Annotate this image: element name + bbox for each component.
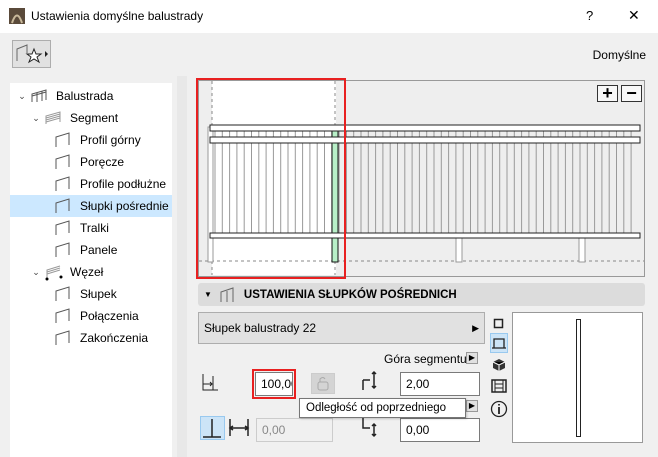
chevron-down-icon[interactable]: ⌄	[30, 113, 42, 124]
post	[578, 235, 586, 263]
tree-item-label: Segment	[70, 111, 119, 125]
zoom-out-button[interactable]: −	[621, 84, 642, 102]
chevron-down-icon[interactable]: ⌄	[16, 91, 28, 102]
tree-item-label: Poręcze	[80, 155, 125, 169]
post-icon	[220, 286, 234, 302]
distance-input[interactable]	[255, 372, 293, 396]
tree-item-label: Balustrada	[56, 89, 114, 103]
distance-icon	[202, 374, 218, 391]
tree-item[interactable]: Profil górny	[10, 129, 172, 151]
arrow-right-icon: ▶	[472, 322, 479, 333]
bottom-ref-menu[interactable]: ▶	[466, 400, 478, 412]
railing-part-icon	[55, 131, 70, 147]
tree-item-label: Profil górny	[80, 133, 141, 147]
section-title: USTAWIENIA SŁUPKÓW POŚREDNICH	[243, 288, 457, 301]
post	[455, 235, 463, 263]
zoom-in-button[interactable]: +	[597, 84, 618, 102]
railing-part-icon	[45, 110, 61, 124]
film-icon	[491, 379, 507, 393]
bottom-offset-icon	[362, 418, 377, 438]
square-icon	[493, 318, 504, 329]
tooltip: Odległość od poprzedniego	[299, 398, 466, 418]
collapse-icon: ▼	[204, 290, 212, 299]
chevron-down-icon[interactable]: ⌄	[30, 267, 42, 278]
tree-item[interactable]: ⌄ Balustrada	[10, 85, 172, 107]
railing-part-icon	[55, 307, 70, 323]
window-title: Ustawienia domyślne balustrady	[31, 9, 204, 23]
bottom-offset-input[interactable]	[400, 418, 480, 442]
railing-part-icon	[55, 175, 70, 191]
tree-item[interactable]: Poręcze	[10, 151, 172, 173]
tree-item-label: Połączenia	[80, 309, 139, 323]
spacing-icon	[228, 419, 250, 436]
view-plan-button[interactable]	[490, 315, 508, 333]
tree-item-label: Zakończenia	[80, 331, 149, 345]
tree-item-label: Słupek	[80, 287, 117, 301]
info-icon	[490, 400, 508, 418]
post-selector[interactable]: Słupek balustrady 22 ▶	[198, 312, 485, 344]
highlight-box	[196, 78, 346, 279]
tree-item[interactable]: Słupek	[10, 283, 172, 305]
title-bar: Ustawienia domyślne balustrady ? ✕	[0, 0, 658, 33]
railing-part-icon	[55, 153, 70, 169]
help-button[interactable]: ?	[586, 8, 593, 23]
view-elevation-button[interactable]	[490, 333, 508, 353]
tree-item-label: Słupki pośrednie	[80, 199, 169, 213]
railing-part-icon	[55, 285, 70, 301]
post-shape	[576, 319, 581, 437]
railing-part-icon	[45, 265, 63, 280]
tree-item[interactable]: ⌄ Węzeł	[10, 261, 172, 283]
tree-item[interactable]: ⌄ Segment	[10, 107, 172, 129]
lock-button[interactable]	[311, 373, 335, 394]
cube-icon	[492, 359, 506, 371]
elevation-icon	[492, 338, 506, 349]
railing-part-icon	[55, 197, 70, 213]
favorites-button[interactable]	[12, 40, 51, 68]
default-label: Domyślne	[592, 48, 646, 62]
app-icon	[9, 8, 25, 24]
section-header[interactable]: ▼ USTAWIENIA SŁUPKÓW POŚREDNICH	[198, 283, 645, 306]
top-offset-input[interactable]	[400, 372, 480, 396]
tree-item[interactable]: Zakończenia	[10, 327, 172, 349]
tree-item[interactable]: Połączenia	[10, 305, 172, 327]
post-align-icon	[203, 419, 221, 438]
close-button[interactable]: ✕	[628, 7, 640, 24]
railing-part-icon	[31, 88, 47, 102]
spacing-input[interactable]	[256, 418, 333, 442]
tree-splitter[interactable]	[177, 76, 187, 457]
railing-part-icon	[55, 329, 70, 345]
tree-item[interactable]: Panele	[10, 239, 172, 261]
tree-item-label: Tralki	[80, 221, 109, 235]
star-icon	[16, 44, 48, 64]
tree-item-label: Węzeł	[70, 265, 104, 279]
post-preview	[512, 312, 643, 443]
view-3d-button[interactable]	[490, 356, 508, 374]
unlock-icon	[317, 377, 329, 391]
railing-part-icon	[55, 241, 70, 257]
tree-item[interactable]: Słupki pośrednie	[10, 195, 172, 217]
tree-item[interactable]: Profile podłużne	[10, 173, 172, 195]
tree-item-label: Profile podłużne	[80, 177, 167, 191]
railing-part-icon	[55, 219, 70, 235]
distribute-toggle[interactable]	[227, 416, 251, 440]
top-ref-menu[interactable]: ▶	[466, 352, 478, 364]
info-button[interactable]	[490, 400, 508, 418]
even-spacing-toggle[interactable]	[200, 416, 225, 440]
tree-item-label: Panele	[80, 243, 118, 257]
tree-item[interactable]: Tralki	[10, 217, 172, 239]
top-offset-icon	[362, 370, 377, 390]
post-name: Słupek balustrady 22	[204, 321, 317, 335]
top-ref-label: Góra segmentu	[384, 352, 467, 366]
view-section-button[interactable]	[490, 377, 508, 395]
